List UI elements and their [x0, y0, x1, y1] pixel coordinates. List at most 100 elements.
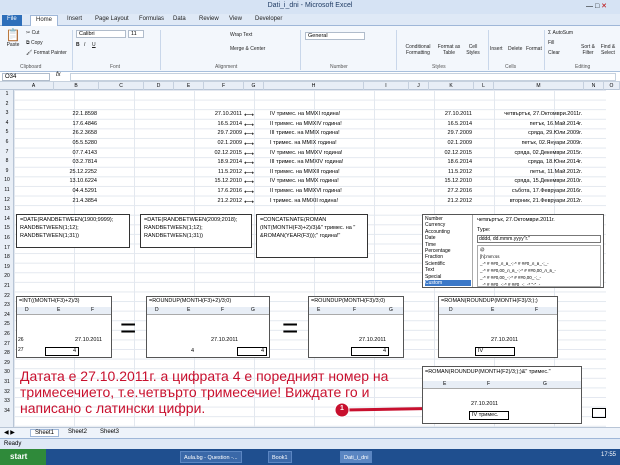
copy-button[interactable]: ⧉ Copy [26, 40, 43, 46]
row-header[interactable]: 30 [0, 368, 14, 378]
col-header[interactable]: J [409, 82, 429, 90]
row-header[interactable]: 28 [0, 349, 14, 359]
row-header[interactable]: 6 [0, 138, 14, 148]
cell-date-2[interactable]: 15.12.2010 [429, 177, 472, 186]
col-header[interactable]: E [174, 82, 204, 90]
row-header[interactable]: 14 [0, 215, 14, 225]
tab-formulas[interactable]: Formulas [134, 15, 169, 26]
cell-quarter-text[interactable]: III тримес. на MMIX година! [270, 129, 364, 138]
row-header[interactable]: 2 [0, 100, 14, 110]
cell-date-2[interactable]: 11.5.2012 [429, 168, 472, 177]
cell-quarter-text[interactable]: II тримес. на MMXIV година! [270, 120, 364, 129]
cell-long-date[interactable]: петък, 16.Май.2014г. [494, 120, 582, 129]
row-header[interactable]: 5 [0, 128, 14, 138]
sort-filter-button[interactable]: Sort & Filter [578, 44, 598, 56]
row-header[interactable]: 33 [0, 397, 14, 407]
cell-quarter-text[interactable]: I тримес. на MMXII година! [270, 197, 364, 206]
cell-date[interactable]: 15.12.2010 [204, 177, 242, 186]
maximize-icon[interactable]: □ [595, 3, 599, 10]
type-item[interactable]: _-* # ##0,00_л_в_-;-* # ##0,00_л_в_- [478, 267, 600, 274]
cell-styles-button[interactable]: Cell Styles [462, 44, 484, 56]
type-item[interactable]: _-* # ##0_л_в_-;-* # ##0_л_в_-;_- [478, 260, 600, 267]
category-item[interactable]: Time [425, 242, 471, 248]
category-list[interactable]: Number Currency Accounting Date Time Percenta… [423, 215, 473, 287]
cell-long-date[interactable]: сряда, 18.Юни.2014г. [494, 158, 582, 167]
category-item[interactable]: Custom [425, 280, 471, 286]
cell-date[interactable]: 27.10.2011 [204, 110, 242, 119]
sheet-tab-2[interactable]: Sheet2 [64, 429, 91, 435]
cell-date-2[interactable]: 16.5.2014 [429, 120, 472, 129]
category-item[interactable]: Scientific [425, 261, 471, 267]
sheet-tab-1[interactable]: Sheet1 [30, 429, 60, 437]
fx-icon[interactable]: fx [56, 72, 61, 78]
category-item[interactable]: Fraction [425, 254, 471, 260]
cell-long-date[interactable]: петък, 02.Януари.2009г. [494, 139, 582, 148]
col-header[interactable]: A [14, 82, 54, 90]
col-header[interactable]: I [364, 82, 409, 90]
close-icon[interactable]: ✕ [601, 3, 607, 10]
cell-date-2[interactable]: 02.1.2009 [429, 139, 472, 148]
tab-data[interactable]: Data [168, 15, 191, 26]
cell-date-2[interactable]: 18.6.2014 [429, 158, 472, 167]
row-header[interactable]: 24 [0, 311, 14, 321]
cell-random-date[interactable]: 25.12.2252 [54, 168, 97, 177]
cell-random-date[interactable]: 03.2.7814 [54, 158, 97, 167]
taskbar-item[interactable]: Dati_i_dni [340, 451, 373, 463]
col-header[interactable]: M [494, 82, 584, 90]
conditional-formatting-button[interactable]: Conditional Formatting [400, 44, 436, 56]
font-name-select[interactable]: Calibri [76, 30, 126, 38]
category-item[interactable]: Currency [425, 222, 471, 228]
cell-date[interactable]: 02.1.2009 [204, 139, 242, 148]
row-header[interactable]: 20 [0, 272, 14, 282]
row-header[interactable]: 13 [0, 205, 14, 215]
taskbar-item[interactable]: Aula.bg - Question -... [180, 451, 242, 463]
cell-random-date[interactable]: 26.2.3658 [54, 129, 97, 138]
col-header[interactable]: F [204, 82, 244, 90]
cell-long-date[interactable]: вторник, 21.Февруари.2012г. [494, 197, 582, 206]
cell-date-2[interactable]: 27.10.2011 [429, 110, 472, 119]
selected-cell-o34[interactable] [592, 408, 606, 418]
bold-button[interactable]: B [76, 42, 80, 48]
cell-date[interactable]: 29.7.2009 [204, 129, 242, 138]
format-as-table-button[interactable]: Format as Table [436, 44, 462, 56]
fill-button[interactable]: Fill [548, 40, 554, 46]
type-list[interactable]: @ [h]:mm:ss _-* # ##0_л_в_-;-* # ##0_л_в_-… [477, 245, 601, 287]
col-header[interactable]: K [429, 82, 474, 90]
tab-page-layout[interactable]: Page Layout [90, 15, 134, 26]
col-header[interactable]: D [144, 82, 174, 90]
tab-insert[interactable]: Insert [62, 15, 87, 26]
row-header[interactable]: 23 [0, 301, 14, 311]
cell-quarter-text[interactable]: III тримес. на MMXIV година! [270, 158, 364, 167]
cell-date[interactable]: 17.6.2016 [204, 187, 242, 196]
cell-date[interactable]: 02.12.2015 [204, 149, 242, 158]
tab-developer[interactable]: Developer [250, 15, 287, 26]
cell-quarter-text[interactable]: I тримес. на MMIX година! [270, 139, 364, 148]
row-header[interactable]: 10 [0, 176, 14, 186]
cell-date[interactable]: 21.2.2012 [204, 197, 242, 206]
cell-date[interactable]: 11.5.2012 [204, 168, 242, 177]
row-header[interactable]: 32 [0, 388, 14, 398]
minimize-icon[interactable]: — [586, 3, 593, 10]
cell-long-date[interactable]: сряда, 29.Юли.2009г. [494, 129, 582, 138]
category-item[interactable]: Special [425, 274, 471, 280]
italic-button[interactable]: I [84, 42, 85, 48]
row-header[interactable]: 22 [0, 292, 14, 302]
category-item[interactable]: Text [425, 267, 471, 273]
row-header[interactable]: 12 [0, 196, 14, 206]
cell-random-date[interactable]: 13.10.6224 [54, 177, 97, 186]
category-item[interactable]: Percentage [425, 248, 471, 254]
row-header[interactable]: 25 [0, 320, 14, 330]
cell-date-2[interactable]: 02.12.2015 [429, 149, 472, 158]
cut-button[interactable]: ✂ Cut [26, 30, 39, 36]
row-header[interactable]: 26 [0, 330, 14, 340]
col-header[interactable]: H [264, 82, 364, 90]
cell-random-date[interactable]: 04.4.5291 [54, 187, 97, 196]
font-size-select[interactable]: 11 [128, 30, 144, 38]
cell-quarter-text[interactable]: II тримес. на MMXII година! [270, 168, 364, 177]
insert-button[interactable]: Insert [490, 46, 503, 52]
name-box[interactable]: O34 [2, 73, 50, 81]
cell-quarter-text[interactable]: II тримес. на MMXVI година! [270, 187, 364, 196]
window-controls[interactable]: — □ ✕ [586, 2, 616, 12]
cell-random-date[interactable]: 05.5.5280 [54, 139, 97, 148]
type-input[interactable]: dddd, dd.mmm.yyyy"г." [477, 235, 601, 243]
